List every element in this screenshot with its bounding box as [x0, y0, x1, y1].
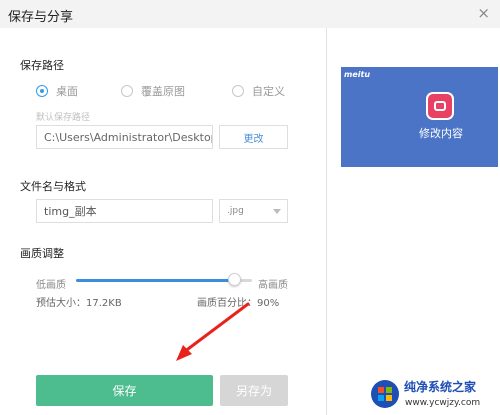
annotation-arrow-icon [176, 302, 250, 361]
watermark: 纯净系统之家 www.ycwjzy.com [366, 373, 500, 415]
watermark-logo-icon [371, 380, 399, 408]
watermark-url: www.ycwjzy.com [405, 398, 481, 408]
watermark-title: 纯净系统之家 [404, 380, 477, 394]
